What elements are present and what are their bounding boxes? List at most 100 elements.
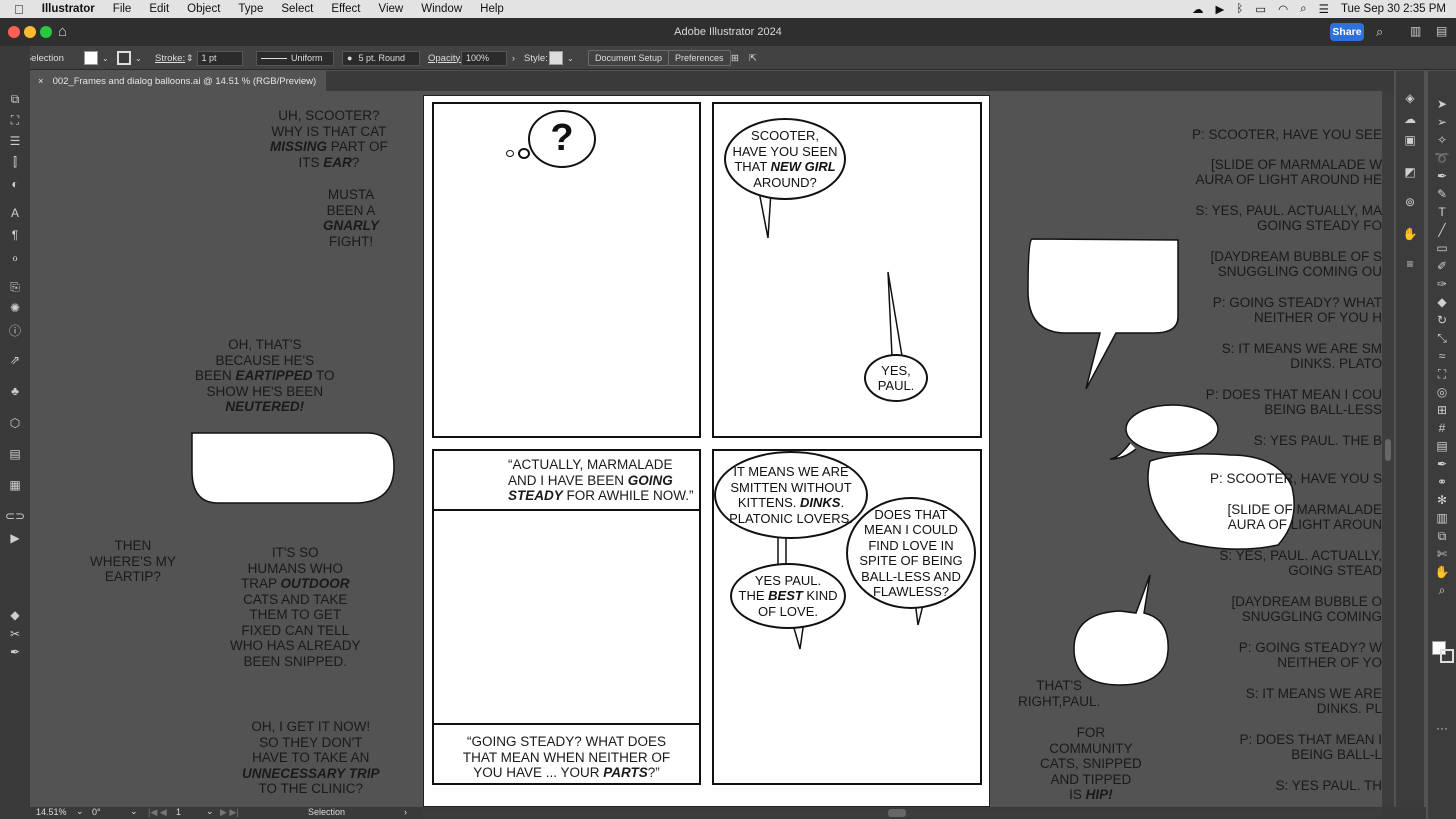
stepper-icon[interactable]: ⇕ [186, 53, 194, 64]
pasteboard-text[interactable]: OH, I GET IT NOW! SO THEY DON'T HAVE TO TA… [242, 719, 380, 797]
scroll-thumb[interactable] [1385, 439, 1391, 461]
variable-width-profile[interactable]: Uniform [256, 50, 334, 66]
pasteboard-text[interactable]: FOR COMMUNITY CATS, SNIPPED AND TIPPED IS HI… [1040, 725, 1142, 803]
3d-panel-icon[interactable]: ⬡ [5, 416, 25, 430]
search-icon[interactable]: ⌕ [1376, 24, 1383, 40]
gradient-tool-icon[interactable]: ▤ [1432, 439, 1452, 453]
transform-panel-icon[interactable]: ⛶ [5, 113, 25, 127]
opentype-panel-icon[interactable]: ℴ [5, 250, 25, 264]
chevron-down-icon[interactable]: ⌄ [76, 806, 84, 817]
swatches-panel-icon[interactable]: ▦ [5, 478, 25, 492]
menu-help[interactable]: Help [471, 3, 513, 15]
menu-type[interactable]: Type [229, 3, 272, 15]
scale-tool-icon[interactable]: ⤡ [1432, 331, 1452, 345]
pen-tool-icon[interactable]: ✒ [1432, 169, 1452, 183]
speech-balloon-yes-paul[interactable]: YES, PAUL. [864, 354, 928, 402]
stroke-weight-field[interactable]: 1 pt [196, 50, 243, 66]
fill-swatch[interactable] [84, 51, 98, 65]
menu-view[interactable]: View [370, 3, 413, 15]
caption-box-2[interactable]: “GOING STEADY? WHAT DOES THAT MEAN WHEN N… [434, 723, 699, 783]
gradient-panel-icon[interactable]: ▤ [5, 447, 25, 461]
speech-balloon-it-means[interactable]: IT MEANS WE ARE SMITTEN WITHOUT KITTENS. D… [714, 451, 868, 539]
pasteboard-text[interactable]: MUSTA BEEN A GNARLY FIGHT! [323, 187, 379, 249]
menu-window[interactable]: Window [412, 3, 471, 15]
battery-icon[interactable]: ▭ [1255, 2, 1266, 16]
spotlight-icon[interactable]: ⌕ [1300, 3, 1306, 16]
hand-tool-icon[interactable]: ✋ [1432, 565, 1452, 579]
comic-panel-3[interactable]: “ACTUALLY, MARMALADE AND I HAVE BEEN GOIN… [432, 449, 701, 785]
wifi-icon[interactable]: ◠ [1278, 2, 1288, 16]
pasteboard-text[interactable]: THEN WHERE'S MY EARTIP? [90, 538, 176, 585]
chevron-down-icon[interactable]: ⌄ [135, 54, 142, 63]
eyedropper-tool-icon[interactable]: ✒ [1432, 457, 1452, 471]
menu-file[interactable]: File [104, 3, 141, 15]
caption-box-1[interactable]: “ACTUALLY, MARMALADE AND I HAVE BEEN GOIN… [434, 451, 699, 511]
perspective-grid-tool-icon[interactable]: ⊞ [1432, 403, 1452, 417]
blank-speech-balloon[interactable] [1024, 237, 1184, 393]
eraser-tool-icon[interactable]: ◆ [5, 608, 25, 622]
lasso-tool-icon[interactable]: ➰ [1432, 151, 1452, 165]
clock[interactable]: Tue Sep 30 2:35 PM [1341, 3, 1446, 15]
control-center-icon[interactable]: ☰ [1319, 2, 1329, 16]
paragraph-panel-icon[interactable]: ¶ [5, 228, 25, 242]
blend-tool-icon[interactable]: ⚭ [1432, 475, 1452, 489]
opacity-label[interactable]: Opacity: [428, 46, 463, 70]
chevron-down-icon[interactable]: ⌄ [567, 54, 574, 63]
pasteboard-text[interactable]: OH, THAT'S BECAUSE HE'S BEEN EARTIPPED TO S… [195, 337, 335, 415]
speech-balloon-yes-paul-best[interactable]: YES PAUL. THE BEST KIND OF LOVE. [730, 563, 846, 629]
menu-effect[interactable]: Effect [322, 3, 369, 15]
mesh-tool-icon[interactable]: # [1432, 421, 1452, 435]
style-swatch[interactable] [549, 51, 563, 65]
artboard-tool-icon[interactable]: ⧉ [1432, 529, 1452, 543]
type-tool-icon[interactable]: T [1432, 205, 1452, 219]
script-column[interactable]: P: SCOOTER, HAVE YOU SEE [SLIDE OF MARMAL… [1188, 127, 1382, 807]
rotation-value[interactable]: 0° [92, 807, 101, 817]
menu-edit[interactable]: Edit [140, 3, 178, 15]
chevron-down-icon[interactable]: ⌄ [206, 806, 214, 817]
artboards-panel-icon[interactable]: ⧉ [5, 92, 25, 106]
bluetooth-icon[interactable]: ᛒ [1236, 3, 1243, 15]
document-tab-title[interactable]: 002_Frames and dialog balloons.ai @ 14.5… [53, 76, 317, 87]
menu-lines-icon[interactable]: ≡ [1400, 257, 1420, 271]
info-panel-icon[interactable]: ⓘ [5, 323, 25, 338]
chevron-right-icon[interactable]: › [512, 53, 515, 63]
artboard-number[interactable]: 1 [176, 807, 181, 817]
comic-panel-2[interactable]: SCOOTER, HAVE YOU SEEN THAT NEW GIRL AROUND… [712, 102, 982, 438]
more-tools-icon[interactable]: ··· [1432, 721, 1452, 735]
speech-balloon-scooter[interactable]: SCOOTER, HAVE YOU SEEN THAT NEW GIRL AROUND… [724, 118, 846, 200]
line-tool-icon[interactable]: ╱ [1432, 223, 1452, 237]
opacity-field[interactable]: 100% [461, 50, 507, 66]
shaper-tool-icon[interactable]: ✑ [1432, 277, 1452, 291]
blank-speech-balloon[interactable] [1070, 573, 1172, 689]
asset-export-icon[interactable]: ▣ [1400, 133, 1420, 147]
rotate-tool-icon[interactable]: ↻ [1432, 313, 1452, 327]
chevron-down-icon[interactable]: ⌄ [130, 806, 138, 817]
blank-speech-balloon[interactable] [188, 431, 396, 507]
menu-app-name[interactable]: Illustrator [33, 3, 104, 15]
appearance-panel-icon[interactable]: ◐ [5, 177, 25, 191]
canvas[interactable]: UH, SCOOTER? WHY IS THAT CAT MISSING PART … [30, 91, 1382, 807]
menu-object[interactable]: Object [178, 3, 229, 15]
free-transform-tool-icon[interactable]: ⛶ [1432, 367, 1452, 381]
arrange-documents-icon[interactable]: ⊞ [731, 53, 739, 64]
shape-builder-tool-icon[interactable]: ◎ [1432, 385, 1452, 399]
properties-panel-icon[interactable]: ☰ [5, 134, 25, 148]
symbols-panel-icon[interactable]: ♣ [5, 384, 25, 398]
apple-icon[interactable]:  [0, 2, 33, 17]
close-tab-icon[interactable]: × [38, 76, 44, 87]
export-icon[interactable]: ⇱ [749, 53, 757, 64]
graph-tool-icon[interactable]: ▥ [1432, 511, 1452, 525]
slice-tool-icon[interactable]: ✄ [1432, 547, 1452, 561]
stroke-swatch[interactable] [117, 51, 131, 65]
actions-panel-icon[interactable]: ▶ [5, 531, 25, 545]
selection-tool-icon[interactable]: ➤ [1432, 97, 1452, 111]
arrange-icon[interactable]: ▤ [1436, 24, 1447, 38]
first-artboard-icon[interactable]: |◀ ◀ [148, 807, 167, 818]
comic-panel-4[interactable]: IT MEANS WE ARE SMITTEN WITHOUT KITTENS. D… [712, 449, 982, 785]
vertical-scrollbar[interactable] [1382, 91, 1394, 807]
scissors-tool-icon[interactable]: ✂ [5, 627, 25, 641]
curvature-tool-icon[interactable]: ✎ [1432, 187, 1452, 201]
menu-select[interactable]: Select [272, 3, 322, 15]
pasteboard-text[interactable]: IT'S SO HUMANS WHO TRAP OUTDOOR CATS AND TA… [230, 545, 361, 669]
libraries-panel-icon[interactable]: ☁ [1400, 112, 1420, 126]
